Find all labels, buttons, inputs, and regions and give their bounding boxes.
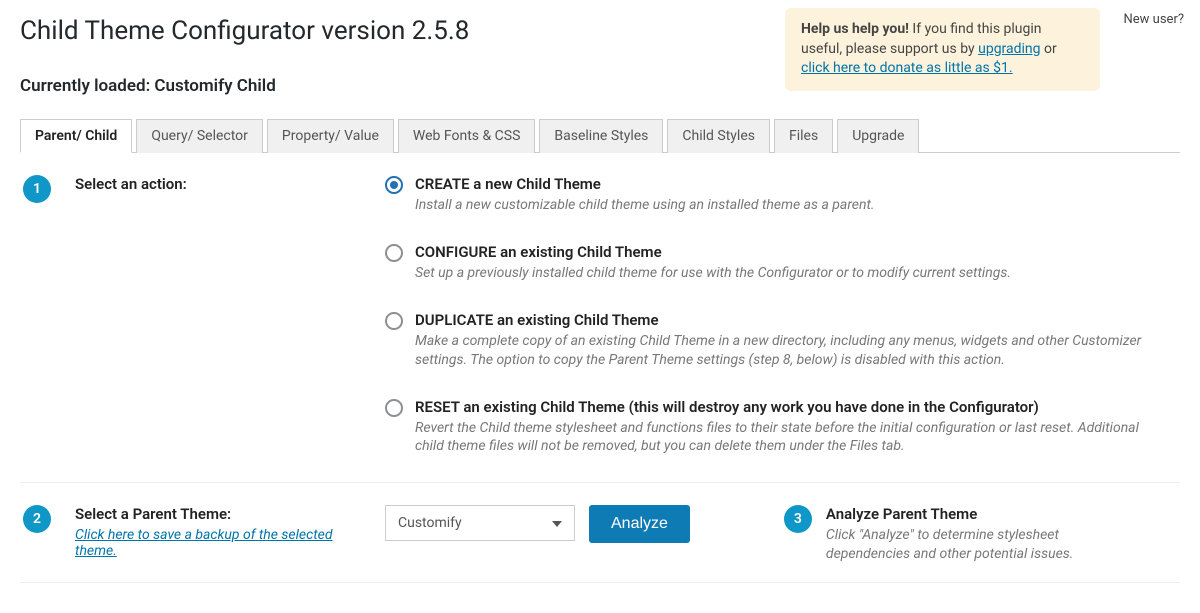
parent-theme-select[interactable]: Customify (385, 505, 575, 541)
tab-parent-child[interactable]: Parent/ Child (20, 119, 132, 153)
step-2-section: 2 Select a Parent Theme: Click here to s… (20, 483, 1180, 583)
step-3-section: 3 Analyze Parent Theme Click "Analyze" t… (784, 505, 1116, 564)
step-2-badge: 2 (23, 505, 51, 533)
tab-query-selector[interactable]: Query/ Selector (136, 119, 263, 153)
step-1-section: 1 Select an action: CREATE a new Child T… (20, 153, 1180, 483)
step-1-label: Select an action: (75, 175, 365, 193)
action-reset-title: RESET an existing Child Theme (this will… (415, 398, 1145, 416)
backup-link[interactable]: Click here to save a backup of the selec… (75, 527, 365, 559)
step-3-desc: Click "Analyze" to determine stylesheet … (826, 526, 1116, 564)
action-configure[interactable]: CONFIGURE an existing Child Theme Set up… (385, 243, 1180, 283)
upgrade-link[interactable]: upgrading (978, 41, 1040, 57)
step-2-label: Select a Parent Theme: (75, 505, 365, 523)
action-configure-desc: Set up a previously installed child them… (415, 264, 1011, 283)
donate-link[interactable]: click here to donate as little as $1. (801, 60, 1013, 76)
action-create[interactable]: CREATE a new Child Theme Install a new c… (385, 175, 1180, 215)
radio-reset[interactable] (385, 399, 403, 417)
tab-web-fonts[interactable]: Web Fonts & CSS (398, 119, 535, 153)
step-3-badge: 3 (784, 505, 812, 533)
action-duplicate[interactable]: DUPLICATE an existing Child Theme Make a… (385, 311, 1180, 370)
action-configure-title: CONFIGURE an existing Child Theme (415, 243, 1011, 261)
tab-bar: Parent/ Child Query/ Selector Property/ … (20, 118, 1180, 153)
tab-property-value[interactable]: Property/ Value (267, 119, 394, 153)
tab-child-styles[interactable]: Child Styles (667, 119, 770, 153)
action-duplicate-title: DUPLICATE an existing Child Theme (415, 311, 1145, 329)
radio-create[interactable] (385, 176, 403, 194)
notice-or: or (1041, 41, 1057, 57)
tab-files[interactable]: Files (774, 119, 833, 153)
action-create-desc: Install a new customizable child theme u… (415, 196, 875, 215)
tab-upgrade[interactable]: Upgrade (837, 119, 919, 153)
radio-configure[interactable] (385, 244, 403, 262)
action-duplicate-desc: Make a complete copy of an existing Chil… (415, 332, 1145, 370)
notice-lead: Help us help you! (801, 21, 909, 37)
help-notice: Help us help you! If you find this plugi… (785, 8, 1100, 91)
action-reset-desc: Revert the Child theme stylesheet and fu… (415, 419, 1145, 457)
step-1-badge: 1 (23, 175, 51, 203)
new-user-link[interactable]: New user? (1124, 12, 1184, 27)
analyze-button[interactable]: Analyze (589, 505, 690, 543)
radio-duplicate[interactable] (385, 312, 403, 330)
action-create-title: CREATE a new Child Theme (415, 175, 875, 193)
tab-baseline-styles[interactable]: Baseline Styles (539, 119, 663, 153)
action-reset[interactable]: RESET an existing Child Theme (this will… (385, 398, 1180, 457)
parent-theme-value: Customify (398, 515, 462, 531)
step-3-title: Analyze Parent Theme (826, 505, 1116, 523)
